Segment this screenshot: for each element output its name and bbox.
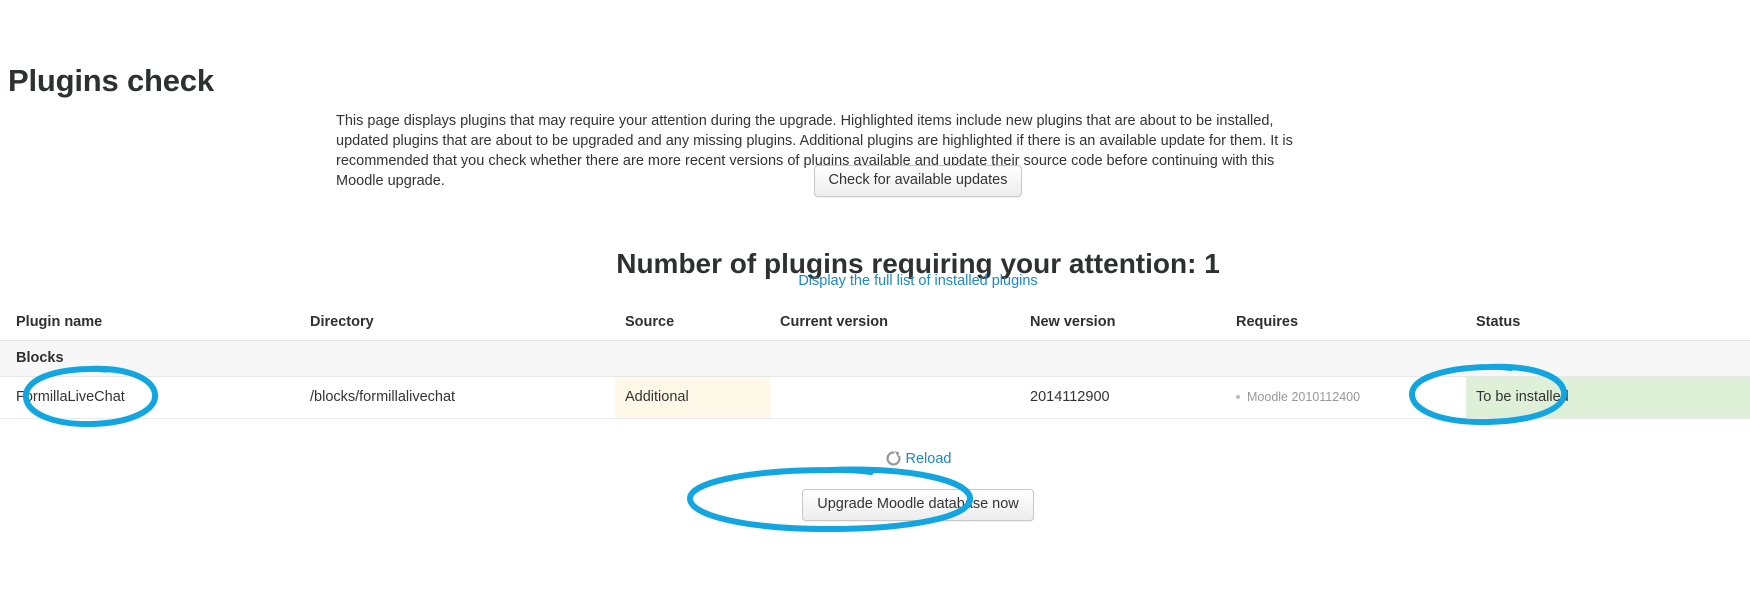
upgrade-button-container: Upgrade Moodle database now bbox=[0, 489, 1750, 522]
column-header-requires: Requires bbox=[1226, 306, 1466, 341]
reload-link-container: Reload bbox=[0, 450, 1750, 472]
refresh-icon bbox=[885, 450, 902, 467]
reload-label: Reload bbox=[905, 450, 952, 467]
upgrade-moodle-database-now-button[interactable]: Upgrade Moodle database now bbox=[802, 489, 1034, 522]
display-full-plugin-list-link[interactable]: Display the full list of installed plugi… bbox=[798, 273, 1037, 289]
status-badge: To be installed bbox=[1466, 376, 1750, 419]
column-header-status: Status bbox=[1466, 306, 1750, 341]
cell-requires: Moodle 2010112400 bbox=[1226, 376, 1466, 419]
cell-plugin-name: FormillaLiveChat bbox=[0, 376, 300, 419]
table-head: Plugin name Directory Source Current ver… bbox=[0, 306, 1750, 341]
cell-current-version bbox=[770, 376, 1020, 419]
requires-text: Moodle 2010112400 bbox=[1247, 390, 1361, 404]
requires-entry: Moodle 2010112400 bbox=[1236, 390, 1360, 404]
column-header-source: Source bbox=[615, 306, 770, 341]
column-header-current-version: Current version bbox=[770, 306, 1020, 341]
table-body: Blocks FormillaLiveChat /blocks/formilla… bbox=[0, 340, 1750, 419]
bullet-icon bbox=[1236, 394, 1240, 399]
column-header-new-version: New version bbox=[1020, 306, 1226, 341]
plugin-group-row-blocks: Blocks bbox=[0, 340, 1750, 377]
check-for-available-updates-button[interactable]: Check for available updates bbox=[813, 165, 1023, 198]
cell-source: Additional bbox=[615, 376, 770, 419]
reload-link[interactable]: Reload bbox=[885, 450, 952, 467]
plugin-group-label: Blocks bbox=[0, 340, 1750, 377]
cell-directory: /blocks/formillalivechat bbox=[300, 376, 615, 419]
column-header-plugin-name: Plugin name bbox=[0, 306, 300, 341]
plugins-check-page: Plugins check This page displays plugins… bbox=[0, 0, 1750, 596]
full-list-link-container: Display the full list of installed plugi… bbox=[0, 272, 1750, 290]
table-header-row: Plugin name Directory Source Current ver… bbox=[0, 306, 1750, 341]
table-row: FormillaLiveChat /blocks/formillalivecha… bbox=[0, 376, 1750, 419]
cell-new-version: 2014112900 bbox=[1020, 376, 1226, 419]
page-title: Plugins check bbox=[8, 62, 214, 98]
plugins-check-table: Plugin name Directory Source Current ver… bbox=[0, 306, 1750, 419]
check-updates-button-container: Check for available updates bbox=[0, 165, 1750, 198]
column-header-directory: Directory bbox=[300, 306, 615, 341]
